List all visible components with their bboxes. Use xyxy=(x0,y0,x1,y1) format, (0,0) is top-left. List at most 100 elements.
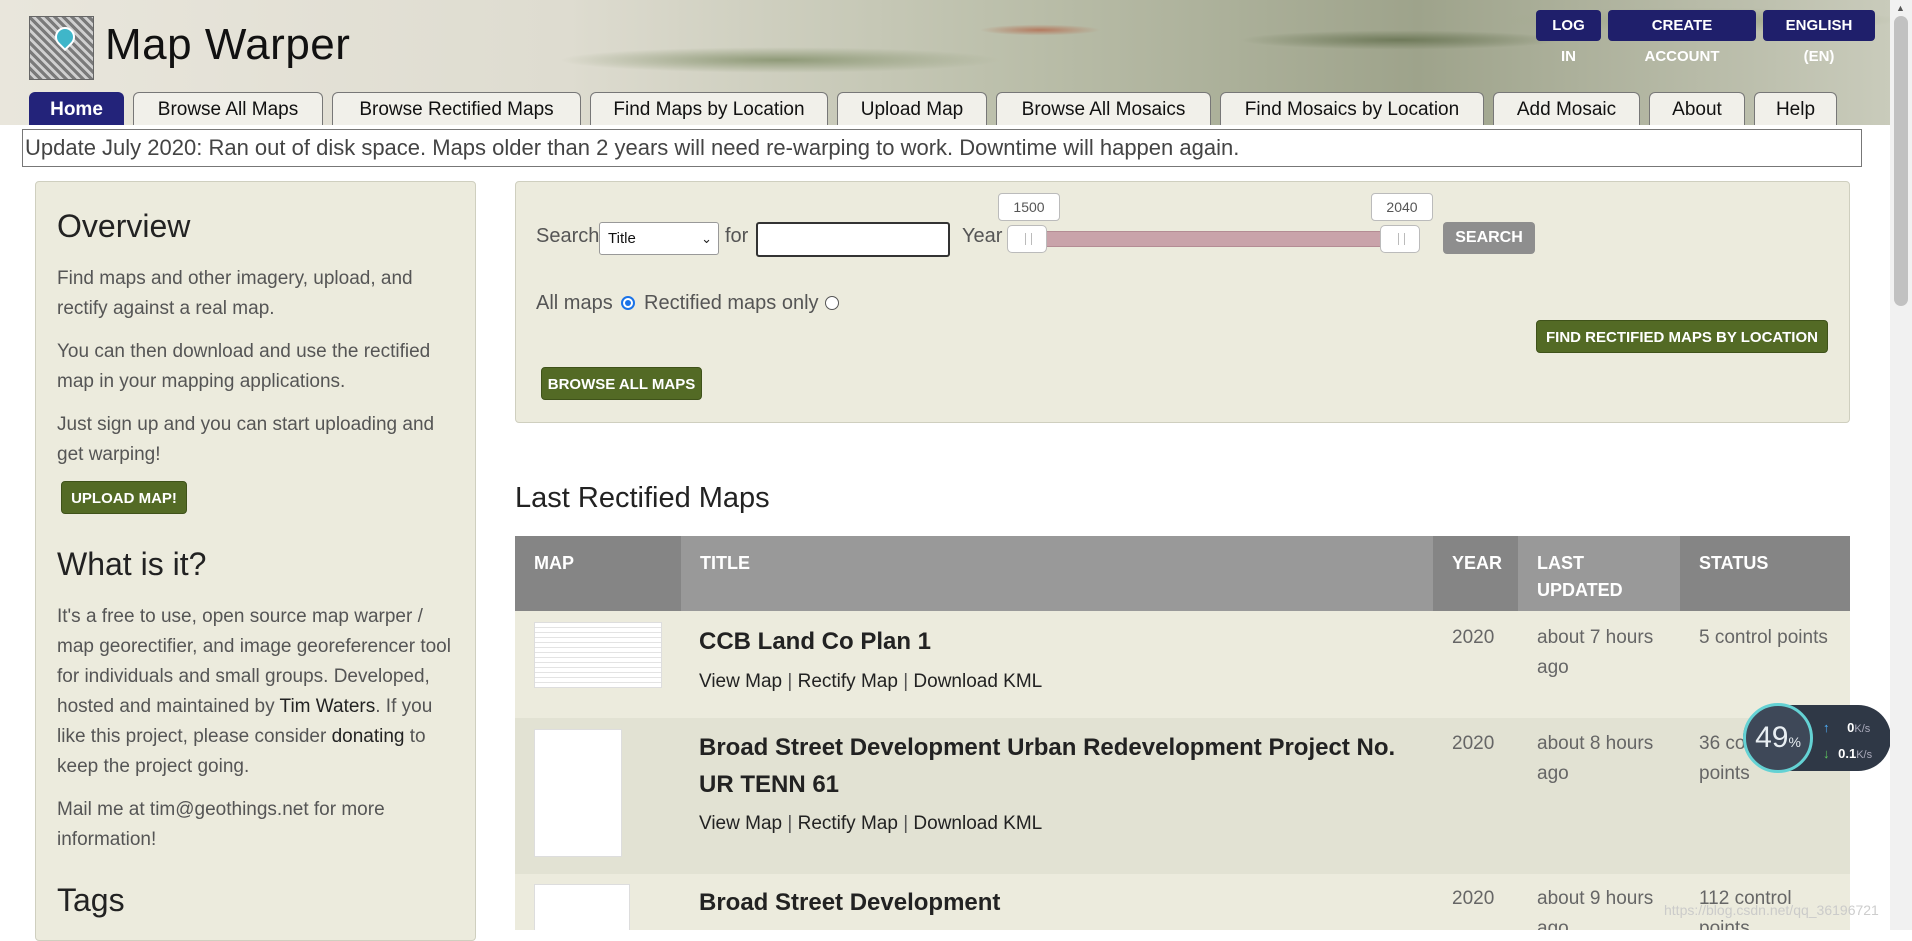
site-logo[interactable] xyxy=(29,16,94,80)
year-max-handle[interactable] xyxy=(1380,225,1420,253)
browse-all-maps-button[interactable]: BROWSE ALL MAPS xyxy=(541,367,702,400)
tab-browse-rectified-maps[interactable]: Browse Rectified Maps xyxy=(332,92,581,125)
map-title-link[interactable]: Broad Street Development xyxy=(699,884,1419,921)
tab-browse-all-mosaics[interactable]: Browse All Mosaics xyxy=(996,92,1211,125)
tab-home[interactable]: Home xyxy=(29,92,124,125)
tags-heading: Tags xyxy=(57,882,125,918)
login-button[interactable]: LOG IN xyxy=(1536,10,1601,65)
memory-usage-gauge: 49% xyxy=(1743,703,1813,773)
all-maps-label: All maps xyxy=(536,292,613,314)
language-button[interactable]: ENGLISH (EN) xyxy=(1763,10,1875,65)
upload-arrow-icon: ↑ xyxy=(1823,720,1830,735)
network-speed-widget[interactable]: 49% ↑ 0K/s ↓ 0.1K/s xyxy=(1743,703,1891,773)
what-is-it-heading: What is it? xyxy=(57,546,207,582)
map-thumbnail[interactable] xyxy=(534,729,622,857)
map-action-links: View Map | Rectify Map | Download KML xyxy=(699,813,1042,835)
download-kml-link[interactable]: Download KML xyxy=(913,813,1042,834)
what-is-it-text: It's a free to use, open source map warp… xyxy=(57,602,457,782)
download-arrow-icon: ↓ xyxy=(1823,746,1830,761)
tab-find-maps-by-location[interactable]: Find Maps by Location xyxy=(590,92,828,125)
map-year: 2020 xyxy=(1452,733,1495,754)
upload-speed: ↑ 0K/s xyxy=(1823,720,1870,735)
column-header-status[interactable]: STATUS xyxy=(1680,536,1850,611)
site-title[interactable]: Map Warper xyxy=(105,20,350,70)
find-rectified-maps-by-location-button[interactable]: FIND RECTIFIED MAPS BY LOCATION xyxy=(1536,320,1828,353)
memory-usage-percent: 49 xyxy=(1755,721,1789,754)
column-header-year[interactable]: YEAR xyxy=(1433,536,1518,611)
map-last-updated: about 9 hours ago xyxy=(1537,888,1654,930)
rectify-map-link[interactable]: Rectify Map xyxy=(798,813,898,834)
search-label: Search xyxy=(536,225,600,247)
column-header-title[interactable]: TITLE xyxy=(681,536,1449,611)
map-year: 2020 xyxy=(1452,627,1495,648)
announcement-banner: Update July 2020: Ran out of disk space.… xyxy=(22,129,1862,167)
map-last-updated: about 8 hours ago xyxy=(1537,733,1654,784)
download-speed-unit: K/s xyxy=(1856,749,1873,761)
tab-browse-all-maps[interactable]: Browse All Maps xyxy=(133,92,323,125)
tab-help[interactable]: Help xyxy=(1754,92,1837,125)
map-pin-icon xyxy=(50,22,80,52)
link-separator: | xyxy=(903,813,909,834)
download-speed-value: 0.1 xyxy=(1838,746,1857,761)
year-range-slider[interactable] xyxy=(1011,231,1401,247)
view-map-link[interactable]: View Map xyxy=(699,813,782,834)
rectify-map-link[interactable]: Rectify Map xyxy=(798,671,898,692)
map-status: 5 control points xyxy=(1699,627,1828,648)
sidebar: Overview Find maps and other imagery, up… xyxy=(35,181,476,941)
map-thumbnail[interactable] xyxy=(534,622,662,688)
scrollbar-thumb[interactable] xyxy=(1894,16,1908,306)
download-kml-link[interactable]: Download KML xyxy=(913,671,1042,692)
map-action-links: View Map | Rectify Map | Download KML xyxy=(699,671,1042,693)
column-header-last-updated-line1: LAST xyxy=(1537,553,1584,573)
year-label: Year xyxy=(962,225,1003,247)
tab-about[interactable]: About xyxy=(1649,92,1745,125)
year-max-value: 2040 xyxy=(1371,193,1433,221)
tim-waters-link[interactable]: Tim Waters xyxy=(280,696,376,717)
download-speed: ↓ 0.1K/s xyxy=(1823,746,1872,761)
rectified-only-label: Rectified maps only xyxy=(644,292,819,314)
chevron-down-icon: ⌄ xyxy=(701,231,712,246)
search-field-selected-value: Title xyxy=(608,230,636,247)
map-last-updated: about 7 hours ago xyxy=(1537,627,1654,678)
map-year: 2020 xyxy=(1452,888,1495,909)
tab-add-mosaic[interactable]: Add Mosaic xyxy=(1493,92,1640,125)
all-maps-radio[interactable] xyxy=(621,296,635,310)
for-label: for xyxy=(725,225,749,247)
overview-text-1: Find maps and other imagery, upload, and… xyxy=(57,268,413,319)
rectified-only-radio[interactable] xyxy=(825,296,839,310)
search-field-select[interactable]: Title ⌄ xyxy=(599,222,719,255)
year-min-value: 1500 xyxy=(998,193,1060,221)
memory-usage-unit: % xyxy=(1788,734,1801,750)
last-rectified-maps-heading: Last Rectified Maps xyxy=(515,482,770,514)
map-title-link[interactable]: Broad Street Development Urban Redevelop… xyxy=(699,729,1419,803)
overview-text-3: Just sign up and you can start uploading… xyxy=(57,414,435,465)
map-title-link[interactable]: CCB Land Co Plan 1 xyxy=(699,623,1419,660)
link-separator: | xyxy=(787,671,793,692)
contact-text: Mail me at tim@geothings.net for more in… xyxy=(57,799,385,850)
scroll-up-arrow-icon[interactable]: ▲ xyxy=(1896,3,1905,13)
table-row: Broad Street Development Urban Redevelop… xyxy=(515,718,1850,874)
tab-find-mosaics-by-location[interactable]: Find Mosaics by Location xyxy=(1220,92,1484,125)
column-header-last-updated[interactable]: LAST UPDATED xyxy=(1518,536,1680,611)
view-map-link[interactable]: View Map xyxy=(699,671,782,692)
link-separator: | xyxy=(787,813,793,834)
search-input[interactable] xyxy=(756,222,950,257)
table-header: MAP TITLE YEAR LAST UPDATED STATUS xyxy=(515,536,1850,611)
overview-heading: Overview xyxy=(57,208,191,244)
site-header: Map Warper LOG IN CREATE ACCOUNT ENGLISH… xyxy=(0,0,1890,125)
tab-upload-map[interactable]: Upload Map xyxy=(837,92,987,125)
table-row: Broad Street Development 2020 about 9 ho… xyxy=(515,874,1850,930)
search-panel: Search Title ⌄ for Year 1500 2040 SEARCH… xyxy=(515,181,1850,423)
page-scrollbar[interactable]: ▲ xyxy=(1890,0,1912,930)
table-row: CCB Land Co Plan 1 View Map | Rectify Ma… xyxy=(515,611,1850,718)
watermark: https://blog.csdn.net/qq_36196721 xyxy=(1664,902,1879,918)
map-thumbnail[interactable] xyxy=(534,884,630,930)
create-account-button[interactable]: CREATE ACCOUNT xyxy=(1608,10,1756,65)
search-button[interactable]: SEARCH xyxy=(1443,222,1535,254)
year-min-handle[interactable] xyxy=(1007,225,1047,253)
upload-map-button[interactable]: UPLOAD MAP! xyxy=(61,481,187,514)
donating-link[interactable]: donating xyxy=(332,726,405,747)
overview-text-2: You can then download and use the rectif… xyxy=(57,341,431,392)
column-header-last-updated-line2: UPDATED xyxy=(1537,580,1623,600)
column-header-map[interactable]: MAP xyxy=(515,536,681,611)
